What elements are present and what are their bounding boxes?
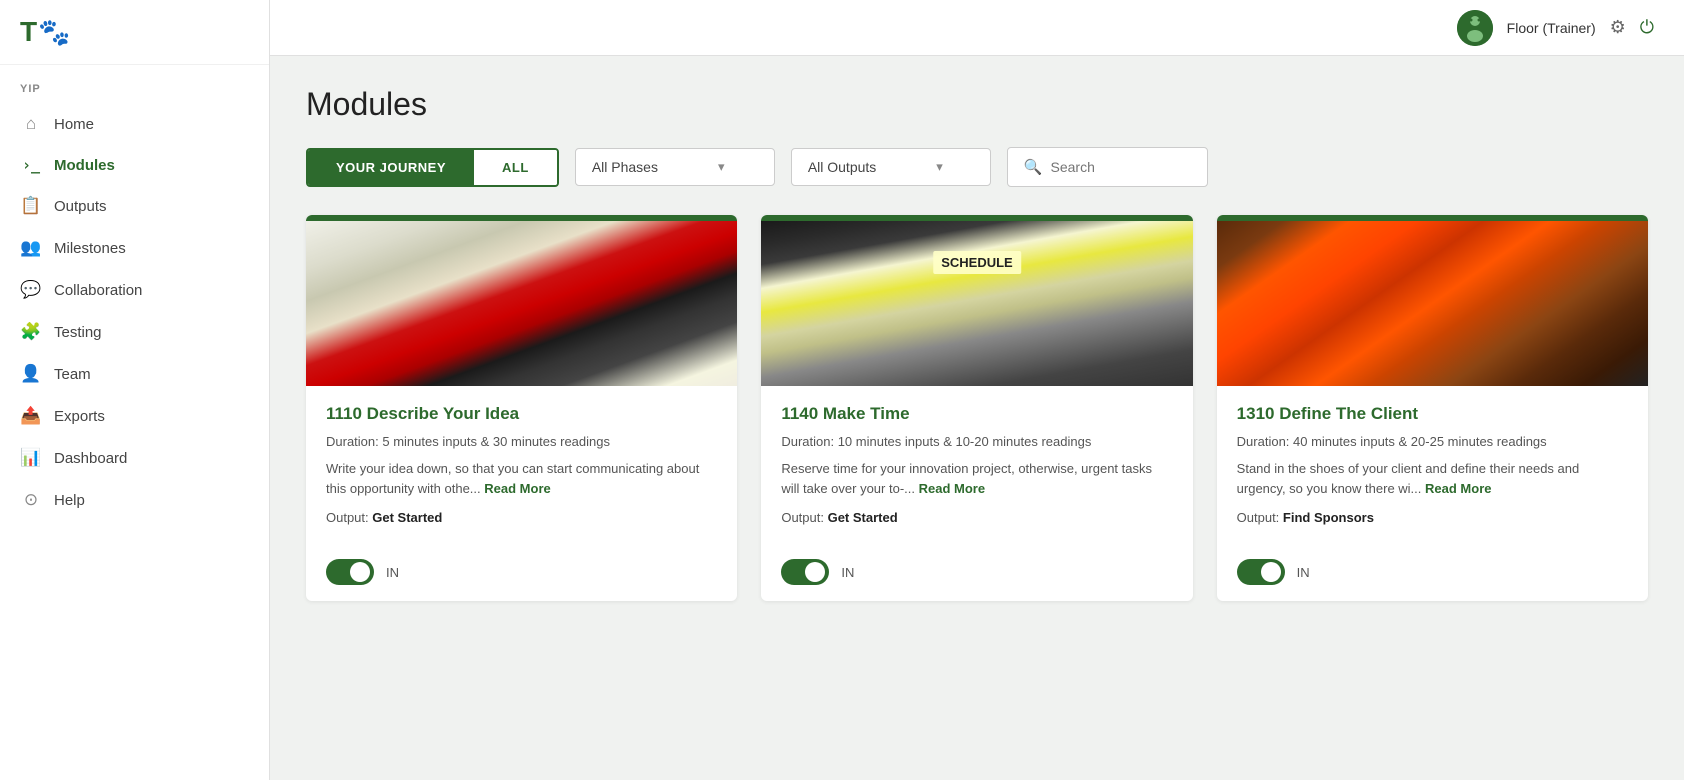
toggle-label-1310: IN: [1297, 565, 1310, 580]
toggle-label-1110: IN: [386, 565, 399, 580]
avatar-icon: [1457, 10, 1493, 46]
avatar: [1457, 10, 1493, 46]
card-desc-1310: Stand in the shoes of your client and de…: [1237, 459, 1628, 498]
card-footer-1310: IN: [1217, 551, 1648, 601]
home-icon: ⌂: [20, 114, 42, 134]
sidebar-item-label-help: Help: [54, 492, 85, 509]
toggle-1310[interactable]: [1237, 559, 1285, 585]
sidebar-item-label-dashboard: Dashboard: [54, 450, 127, 467]
outputs-chevron-icon: ▾: [936, 159, 943, 175]
sidebar-item-dashboard[interactable]: 📊 Dashboard: [0, 437, 269, 479]
search-box: 🔍: [1007, 147, 1208, 187]
card-duration-1140: Duration: 10 minutes inputs & 10-20 minu…: [781, 434, 1172, 449]
main-area: Floor (Trainer) ⚙ ⏻ Modules YOUR JOURNEY…: [270, 0, 1684, 780]
toggle-1140[interactable]: [781, 559, 829, 585]
card-image-pen: [306, 221, 737, 386]
module-card-1140: SCHEDULE 1140 Make Time Duration: 10 min…: [761, 215, 1192, 601]
page-content: Modules YOUR JOURNEY ALL All Phases ▾ Al…: [270, 56, 1684, 780]
phases-filter-label: All Phases: [592, 159, 658, 175]
exports-icon: 📤: [20, 406, 42, 426]
sidebar-item-help[interactable]: ⊙ Help: [0, 479, 269, 521]
card-output-1310: Output: Find Sponsors: [1237, 510, 1628, 525]
journey-all-tabs: YOUR JOURNEY ALL: [306, 148, 559, 187]
card-title-1140: 1140 Make Time: [781, 404, 1172, 424]
tab-all[interactable]: ALL: [474, 150, 557, 185]
phases-filter[interactable]: All Phases ▾: [575, 148, 775, 186]
read-more-1140[interactable]: Read More: [919, 481, 985, 496]
tab-your-journey[interactable]: YOUR JOURNEY: [308, 150, 474, 185]
search-icon: 🔍: [1024, 158, 1043, 176]
sidebar-item-label-milestones: Milestones: [54, 240, 126, 257]
card-body-1140: 1140 Make Time Duration: 10 minutes inpu…: [761, 386, 1192, 551]
team-icon: 👤: [20, 364, 42, 384]
schedule-label: SCHEDULE: [933, 251, 1021, 274]
sidebar-section-yip: YIP: [0, 65, 269, 103]
sidebar-item-label-modules: Modules: [54, 157, 115, 174]
logo-text: T: [20, 16, 36, 48]
modules-icon: ›_: [20, 156, 42, 174]
card-desc-1110: Write your idea down, so that you can st…: [326, 459, 717, 498]
logo-animal-icon: 🐾: [38, 17, 70, 48]
card-output-1140: Output: Get Started: [781, 510, 1172, 525]
card-title-1110: 1110 Describe Your Idea: [326, 404, 717, 424]
page-title: Modules: [306, 86, 1648, 123]
card-output-value-1110: Get Started: [372, 510, 442, 525]
testing-icon: 🧩: [20, 322, 42, 342]
outputs-filter[interactable]: All Outputs ▾: [791, 148, 991, 186]
toggle-label-1140: IN: [841, 565, 854, 580]
sidebar-item-modules[interactable]: ›_ Modules: [0, 145, 269, 185]
card-body-1310: 1310 Define The Client Duration: 40 minu…: [1217, 386, 1648, 551]
module-card-1110: 1110 Describe Your Idea Duration: 5 minu…: [306, 215, 737, 601]
sidebar-item-milestones[interactable]: 👥 Milestones: [0, 227, 269, 269]
help-icon: ⊙: [20, 490, 42, 510]
module-card-1310: 1310 Define The Client Duration: 40 minu…: [1217, 215, 1648, 601]
app-logo: T 🐾: [0, 0, 269, 65]
topbar: Floor (Trainer) ⚙ ⏻: [270, 0, 1684, 56]
settings-icon[interactable]: ⚙: [1610, 17, 1626, 38]
sidebar-item-home[interactable]: ⌂ Home: [0, 103, 269, 145]
sidebar-item-label-exports: Exports: [54, 408, 105, 425]
sidebar-item-team[interactable]: 👤 Team: [0, 353, 269, 395]
toggle-1110[interactable]: [326, 559, 374, 585]
card-title-1310: 1310 Define The Client: [1237, 404, 1628, 424]
milestones-icon: 👥: [20, 238, 42, 258]
collaboration-icon: 💬: [20, 280, 42, 300]
modules-grid: 1110 Describe Your Idea Duration: 5 minu…: [306, 215, 1648, 601]
read-more-1310[interactable]: Read More: [1425, 481, 1491, 496]
sidebar-item-exports[interactable]: 📤 Exports: [0, 395, 269, 437]
sidebar-nav: ⌂ Home ›_ Modules 📋 Outputs 👥 Milestones…: [0, 103, 269, 541]
outputs-icon: 📋: [20, 196, 42, 216]
card-output-value-1140: Get Started: [828, 510, 898, 525]
card-body-1110: 1110 Describe Your Idea Duration: 5 minu…: [306, 386, 737, 551]
dashboard-icon: 📊: [20, 448, 42, 468]
sidebar-item-label-team: Team: [54, 366, 91, 383]
search-input[interactable]: [1051, 159, 1191, 175]
sidebar-item-collaboration[interactable]: 💬 Collaboration: [0, 269, 269, 311]
card-footer-1110: IN: [306, 551, 737, 601]
card-footer-1140: IN: [761, 551, 1192, 601]
card-output-1110: Output: Get Started: [326, 510, 717, 525]
logout-icon[interactable]: ⏻: [1640, 17, 1654, 38]
card-output-value-1310: Find Sponsors: [1283, 510, 1374, 525]
sidebar: T 🐾 YIP ⌂ Home ›_ Modules 📋 Outputs 👥 Mi…: [0, 0, 270, 780]
phases-chevron-icon: ▾: [718, 159, 725, 175]
sidebar-item-label-home: Home: [54, 116, 94, 133]
card-image-laptop: SCHEDULE: [761, 221, 1192, 386]
filters-bar: YOUR JOURNEY ALL All Phases ▾ All Output…: [306, 147, 1648, 187]
sidebar-item-outputs[interactable]: 📋 Outputs: [0, 185, 269, 227]
card-duration-1110: Duration: 5 minutes inputs & 30 minutes …: [326, 434, 717, 449]
card-duration-1310: Duration: 40 minutes inputs & 20-25 minu…: [1237, 434, 1628, 449]
outputs-filter-label: All Outputs: [808, 159, 876, 175]
card-image-shoes: [1217, 221, 1648, 386]
sidebar-item-label-collaboration: Collaboration: [54, 282, 142, 299]
sidebar-item-label-outputs: Outputs: [54, 198, 107, 215]
card-desc-1140: Reserve time for your innovation project…: [781, 459, 1172, 498]
sidebar-item-testing[interactable]: 🧩 Testing: [0, 311, 269, 353]
sidebar-item-label-testing: Testing: [54, 324, 102, 341]
read-more-1110[interactable]: Read More: [484, 481, 550, 496]
topbar-username: Floor (Trainer): [1507, 20, 1596, 36]
